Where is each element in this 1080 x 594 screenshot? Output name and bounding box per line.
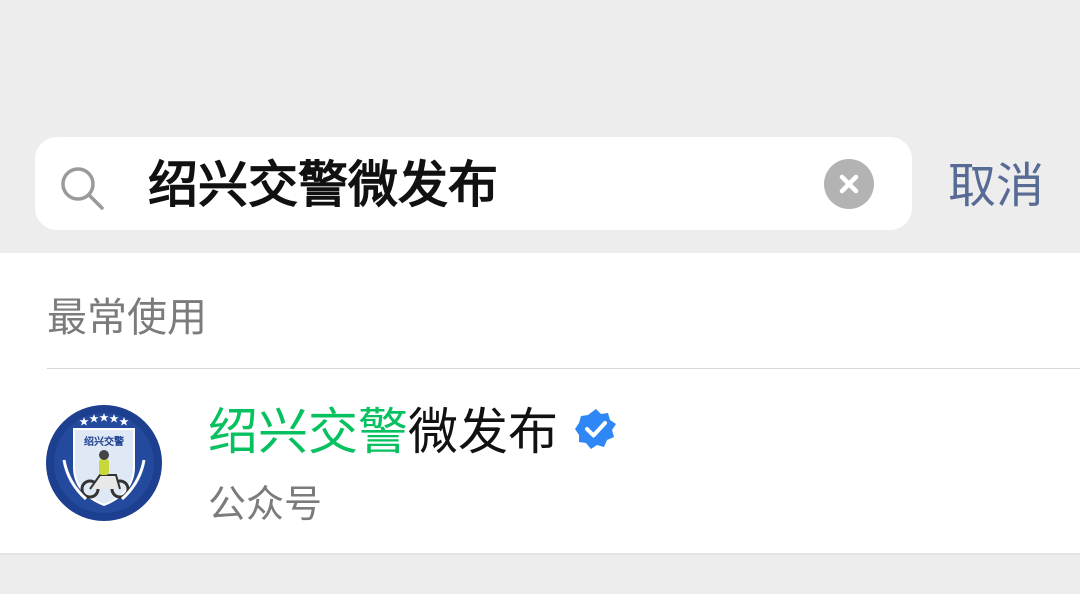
verified-badge-icon	[575, 409, 616, 449]
section-title: 最常使用	[47, 295, 207, 341]
avatar: 绍兴交警	[46, 405, 162, 521]
search-input[interactable]: 绍兴交警微发布	[148, 155, 498, 215]
search-screen: 绍兴交警微发布 取消 最常使用 绍兴交警 绍兴交警微发布 公众号	[0, 0, 1080, 594]
cancel-button[interactable]: 取消	[948, 156, 1044, 216]
search-results: 最常使用 绍兴交警 绍兴交警微发布 公众号	[0, 253, 1080, 553]
bottom-divider	[0, 553, 1080, 555]
result-item[interactable]: 绍兴交警 绍兴交警微发布 公众号	[0, 369, 1080, 553]
result-name-highlight: 绍兴交警	[208, 403, 408, 461]
result-name[interactable]: 绍兴交警微发布	[208, 401, 558, 463]
search-icon	[61, 167, 104, 210]
result-type: 公众号	[208, 482, 323, 526]
avatar-label: 绍兴交警	[84, 435, 124, 448]
clear-icon[interactable]	[824, 159, 874, 209]
result-name-rest: 微发布	[408, 403, 558, 461]
